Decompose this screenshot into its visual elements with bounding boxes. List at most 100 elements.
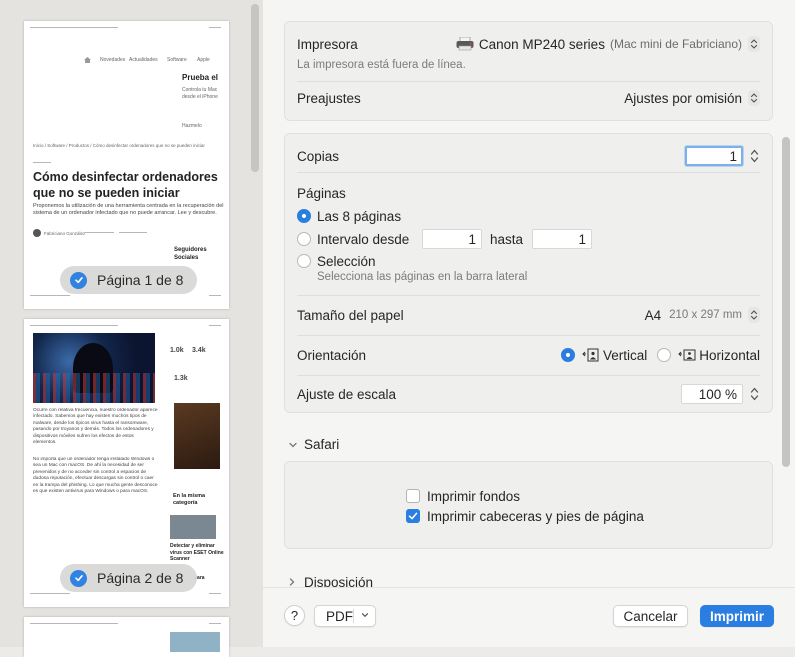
print-backgrounds-checkbox[interactable]: [406, 489, 420, 503]
nav-item: Apple: [197, 57, 210, 63]
presets-select[interactable]: Ajustes por omisión: [624, 90, 760, 106]
help-button[interactable]: ?: [284, 605, 305, 626]
selection-label: Selección: [317, 253, 376, 269]
page1-heading-partial: Prueba el: [182, 73, 219, 82]
range-from-input[interactable]: 1: [422, 229, 482, 249]
print-options-card: Copias 1 Páginas Las 8 páginas Intervalo…: [284, 133, 773, 413]
page2-body-1: Ocurre con relativa frecuencia, nuestro …: [33, 408, 158, 446]
radio-page-range[interactable]: [297, 232, 311, 246]
paper-size-select[interactable]: A4 210 x 297 mm: [645, 307, 760, 323]
chevron-right-icon: [288, 577, 298, 587]
checkmark-icon: [70, 271, 87, 289]
range-to-value: 1: [578, 232, 586, 247]
paper-size-label: Tamaño del papel: [297, 307, 404, 323]
page-1-selected-pill[interactable]: Página 1 de 8: [60, 266, 198, 294]
page1-side-text: Controla tu Mac: [182, 87, 218, 93]
layout-section-header[interactable]: Disposición: [288, 575, 373, 587]
chevron-down-icon: [288, 441, 298, 449]
safari-label: Safari: [304, 437, 340, 452]
nav-item: Actualidades: [129, 57, 158, 63]
selection-hint: Selecciona las páginas en la barra later…: [317, 271, 528, 283]
radio-landscape[interactable]: [657, 348, 672, 362]
printer-label: Impresora: [297, 36, 358, 52]
pdf-menu-button[interactable]: PDF: [314, 605, 376, 627]
range-to-input[interactable]: 1: [532, 229, 592, 249]
related-article-image: [170, 515, 216, 539]
home-icon: [84, 57, 91, 63]
stat-value: 1.3k: [174, 375, 188, 382]
book-cover-image: [174, 403, 220, 469]
radio-selection[interactable]: [297, 254, 311, 268]
page2-body-2: No importa que un ordenador tenga instal…: [33, 457, 158, 495]
scale-value: 100 %: [698, 387, 737, 402]
printer-card: Impresora Canon MP240 series (Mac mini d…: [284, 21, 773, 121]
range-from-label: Intervalo desde: [317, 231, 410, 247]
stat-value: 1.0k: [170, 347, 184, 354]
updown-chevron-icon: [748, 36, 760, 52]
updown-chevron-icon: [748, 307, 760, 323]
panel-scrollbar[interactable]: [782, 137, 790, 467]
printer-icon: [456, 36, 474, 51]
page1-author: Fabriciano González: [44, 231, 86, 236]
range-from-value: 1: [468, 232, 476, 247]
checkmark-icon: [70, 569, 87, 587]
page-thumbnail-3[interactable]: [24, 617, 229, 657]
range-to-label: hasta: [490, 232, 524, 247]
cancel-label: Cancelar: [623, 608, 678, 624]
checkmark-icon: [408, 512, 418, 520]
chevron-down-icon: [361, 611, 369, 619]
page-preview-sidebar[interactable]: Novedades Actualidades Software Apple Pr…: [0, 0, 263, 657]
orientation-label: Orientación: [297, 347, 367, 363]
portrait-icon: [582, 348, 600, 362]
print-settings-panel: Impresora Canon MP240 series (Mac mini d…: [263, 0, 795, 647]
cancel-button[interactable]: Cancelar: [613, 605, 688, 627]
nav-item: Software: [167, 57, 187, 63]
page1-sidebar-heading: Seguidores Sociales: [174, 247, 207, 261]
page1-side-word: Hazmelo: [182, 123, 202, 129]
all-pages-label: Las 8 páginas: [317, 208, 402, 224]
page1-article-title: Cómo desinfectar ordenadores que no se p…: [33, 170, 218, 200]
stat-value: 3.4k: [192, 347, 206, 354]
scale-label: Ajuste de escala: [297, 386, 397, 402]
radio-all-pages[interactable]: [297, 209, 311, 223]
page1-article-lead: Proponemos la utilización de una herrami…: [33, 203, 224, 216]
presets-value: Ajustes por omisión: [624, 90, 742, 106]
nav-item: Novedades: [100, 57, 126, 63]
page2-side-heading: En la misma categoría: [173, 493, 206, 506]
page-2-label: Página 2 de 8: [97, 570, 184, 586]
page1-breadcrumb: Inicio / Software / Productos / Cómo des…: [33, 143, 205, 148]
updown-chevron-icon: [748, 90, 760, 106]
help-label: ?: [290, 608, 299, 623]
safari-card: Imprimir fondos Imprimir cabeceras y pie…: [284, 461, 773, 549]
scale-input[interactable]: 100 %: [681, 384, 743, 404]
scale-stepper[interactable]: [748, 384, 760, 404]
radio-portrait[interactable]: [560, 348, 575, 362]
presets-label: Preajustes: [297, 90, 361, 106]
print-button[interactable]: Imprimir: [700, 605, 774, 627]
paper-size-value: A4: [644, 307, 662, 323]
pdf-label: PDF: [326, 608, 353, 624]
pages-label: Páginas: [297, 185, 346, 201]
landscape-label: Horizontal: [699, 347, 760, 363]
copies-value: 1: [729, 149, 737, 164]
page1-side-text: desde el iPhone: [182, 94, 218, 100]
landscape-icon: [678, 348, 696, 362]
copies-label: Copias: [297, 148, 340, 164]
page2-side-item: Detectar y eliminar virus con ESET Onlin…: [170, 543, 224, 562]
paper-dimensions: 210 x 297 mm: [669, 309, 742, 321]
printer-name: Canon MP240 series: [478, 36, 605, 52]
page-1-label: Página 1 de 8: [97, 272, 184, 288]
article-hero-image: [33, 333, 155, 403]
printer-select[interactable]: Canon MP240 series (Mac mini de Fabricia…: [456, 36, 760, 52]
sidebar-scrollbar[interactable]: [251, 4, 259, 172]
layout-label: Disposición: [304, 575, 374, 587]
page-2-selected-pill[interactable]: Página 2 de 8: [60, 564, 198, 592]
print-headers-checkbox[interactable]: [406, 509, 420, 523]
print-headers-label: Imprimir cabeceras y pies de página: [427, 508, 644, 524]
avatar: [33, 229, 41, 237]
printer-host: (Mac mini de Fabriciano): [609, 37, 742, 51]
portrait-label: Vertical: [602, 347, 648, 363]
copies-input[interactable]: 1: [685, 146, 743, 166]
copies-stepper[interactable]: [748, 146, 760, 166]
safari-section-header[interactable]: Safari: [288, 437, 339, 452]
